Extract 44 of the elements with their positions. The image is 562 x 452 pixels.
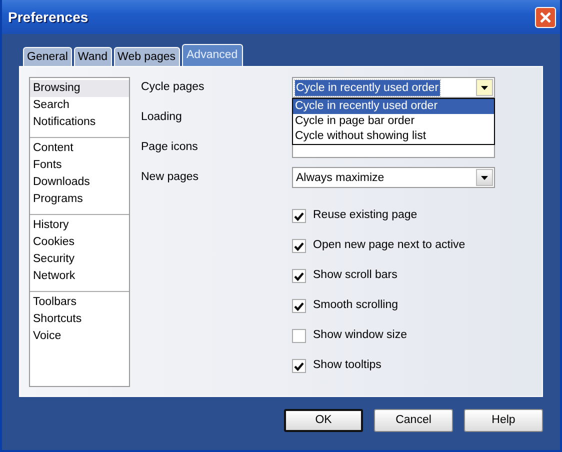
category-item[interactable]: Fonts: [30, 157, 129, 174]
dialog-button[interactable]: Cancel: [374, 409, 453, 432]
checkbox-label: Open new page next to active: [313, 238, 466, 254]
close-button[interactable]: [535, 6, 556, 28]
setting-label: Cycle pages: [141, 80, 206, 95]
checkbox-label: Show window size: [313, 328, 407, 344]
checkbox[interactable]: [292, 269, 306, 283]
dropdown[interactable]: Cycle in recently used order: [292, 77, 495, 98]
checkbox-label: Reuse existing page: [313, 208, 418, 224]
category-item[interactable]: Notifications: [30, 114, 129, 131]
category-item[interactable]: Content: [30, 140, 129, 157]
setting-label: Page icons: [141, 140, 199, 155]
dropdown-option[interactable]: Cycle in page bar order: [293, 114, 494, 129]
dialog-button[interactable]: OK: [284, 409, 363, 432]
category-item[interactable]: Toolbars: [30, 294, 129, 311]
category-item[interactable]: Security: [30, 251, 129, 268]
category-item[interactable]: Downloads: [30, 174, 129, 191]
category-item[interactable]: Programs: [30, 191, 129, 208]
checkbox-label: Show tooltips: [313, 358, 382, 374]
category-item[interactable]: History: [30, 217, 129, 234]
category-item[interactable]: Search: [30, 97, 129, 114]
dialog-button[interactable]: Help: [464, 409, 543, 432]
setting-label: Loading: [141, 110, 183, 125]
category-item[interactable]: Network: [30, 268, 129, 285]
setting-label: New pages: [141, 170, 200, 185]
checkbox[interactable]: [292, 359, 306, 373]
tab[interactable]: Wand: [74, 47, 112, 66]
window-title: Preferences: [8, 8, 88, 26]
checkbox[interactable]: [292, 329, 306, 343]
checkbox[interactable]: [292, 299, 306, 313]
checkbox-label: Smooth scrolling: [313, 298, 398, 314]
checkbox[interactable]: [292, 209, 306, 223]
category-item[interactable]: Shortcuts: [30, 311, 129, 328]
checkbox[interactable]: [292, 239, 306, 253]
tab[interactable]: Web pages: [114, 47, 180, 66]
category-item[interactable]: Cookies: [30, 234, 129, 251]
tab[interactable]: General: [23, 47, 72, 66]
checkbox-label: Show scroll bars: [313, 268, 398, 284]
category-item[interactable]: Browsing: [30, 80, 129, 97]
dropdown[interactable]: Always maximize: [292, 167, 495, 188]
close-icon: [539, 10, 552, 24]
dropdown-option[interactable]: Cycle without showing list: [293, 129, 494, 144]
dropdown-option[interactable]: Cycle in recently used order: [293, 99, 494, 114]
category-item[interactable]: Voice: [30, 328, 129, 345]
